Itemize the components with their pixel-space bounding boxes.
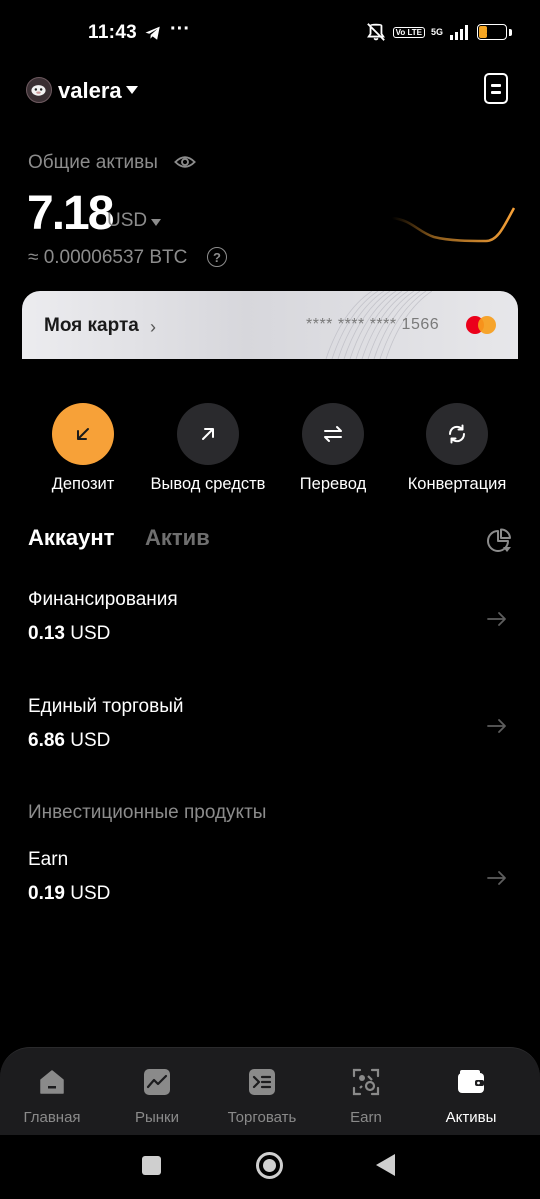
mute-icon	[366, 23, 385, 41]
btc-equivalent: ≈ 0.00006537 BTC	[28, 247, 188, 268]
tab-account[interactable]: Аккаунт	[28, 525, 114, 551]
nav-markets-label: Рынки	[134, 1109, 179, 1126]
account-amount: 0.13 USD	[28, 623, 111, 644]
network-type: 5G	[430, 27, 443, 37]
chevron-right-icon: ›	[150, 317, 156, 337]
funding-account-row[interactable]: Финансирования 0.13 USD	[0, 585, 540, 655]
account-amount: 6.86 USD	[28, 730, 111, 751]
telegram-icon	[145, 26, 160, 40]
account-title: Earn	[28, 849, 69, 870]
battery-tip	[509, 28, 512, 36]
arrow-right-icon	[487, 719, 506, 733]
status-more-dots: ···	[170, 18, 190, 40]
signal-icon	[450, 25, 468, 40]
home-button-icon[interactable]	[256, 1152, 283, 1179]
withdraw-label: Вывод средств	[150, 475, 266, 493]
currency-selector[interactable]: USD	[107, 210, 147, 232]
account-title: Единый торговый	[28, 696, 184, 717]
markets-icon	[144, 1069, 170, 1095]
total-assets-value: 7.18	[27, 187, 114, 240]
document-icon[interactable]	[484, 73, 508, 104]
withdraw-button[interactable]: Вывод средств	[138, 403, 278, 494]
account-title: Финансирования	[28, 589, 178, 610]
wallet-icon	[458, 1070, 484, 1093]
card-number: **** **** **** 1566	[306, 316, 440, 333]
nav-trade-label: Торговать	[227, 1109, 297, 1126]
unified-trading-account-row[interactable]: Единый торговый 6.86 USD	[0, 692, 540, 762]
account-switch-chevron-down-icon[interactable]	[126, 86, 138, 94]
help-icon[interactable]: ?	[207, 247, 227, 267]
total-assets-label: Общие активы	[28, 152, 158, 173]
nav-earn-label: Earn	[350, 1109, 382, 1126]
arrow-right-icon	[487, 612, 506, 626]
arrow-up-right-icon	[177, 403, 239, 465]
nav-assets[interactable]: Активы	[419, 1068, 523, 1126]
status-indicators: Vo LTE 5G 30	[365, 22, 512, 42]
status-time: 11:43	[88, 22, 138, 43]
transfer-button[interactable]: Перевод	[263, 403, 403, 494]
eye-icon[interactable]	[174, 152, 196, 172]
convert-button[interactable]: Конвертация	[387, 403, 527, 494]
username[interactable]: valera	[58, 78, 122, 104]
my-card[interactable]: Моя карта › **** **** **** 1566	[22, 291, 518, 359]
earn-account-row[interactable]: Earn 0.19 USD	[0, 845, 540, 915]
nav-markets[interactable]: Рынки	[105, 1068, 209, 1126]
recent-apps-icon[interactable]	[142, 1156, 161, 1175]
status-bar: 11:43 ··· Vo LTE 5G 30	[0, 0, 540, 66]
nav-home-label: Главная	[23, 1109, 81, 1126]
back-icon[interactable]	[376, 1154, 395, 1176]
transfer-label: Перевод	[299, 475, 367, 493]
assets-sparkline	[391, 207, 516, 243]
pie-chart-icon[interactable]	[486, 528, 512, 554]
battery-level: 30	[486, 26, 498, 38]
convert-label: Конвертация	[407, 475, 507, 493]
home-icon	[40, 1070, 64, 1094]
nav-home[interactable]: Главная	[0, 1068, 104, 1126]
nav-trade[interactable]: Торговать	[210, 1068, 314, 1126]
bottom-navigation: Главная Рынки Торговать Earn Активы	[0, 1047, 540, 1135]
transfer-icon	[302, 403, 364, 465]
nav-earn[interactable]: Earn	[314, 1068, 418, 1126]
trade-icon	[249, 1069, 275, 1095]
system-navigation-bar	[0, 1135, 540, 1199]
account-amount: 0.19 USD	[28, 883, 111, 904]
battery-icon: 30	[477, 24, 507, 40]
deposit-label: Депозит	[51, 475, 115, 493]
mastercard-logo-icon	[466, 316, 496, 334]
deposit-button[interactable]: Депозит	[13, 403, 153, 494]
avatar-icon	[31, 85, 46, 96]
convert-icon	[426, 403, 488, 465]
nav-assets-label: Активы	[445, 1109, 497, 1126]
volte-indicator: Vo LTE	[392, 26, 425, 38]
investment-products-label: Инвестиционные продукты	[28, 802, 267, 823]
arrow-down-left-icon	[52, 403, 114, 465]
arrow-right-icon	[487, 871, 506, 885]
currency-caret-down-icon[interactable]	[151, 219, 161, 226]
tab-asset[interactable]: Актив	[145, 525, 210, 551]
earn-icon	[352, 1068, 380, 1096]
card-title: Моя карта	[44, 315, 139, 336]
avatar[interactable]	[26, 77, 52, 103]
